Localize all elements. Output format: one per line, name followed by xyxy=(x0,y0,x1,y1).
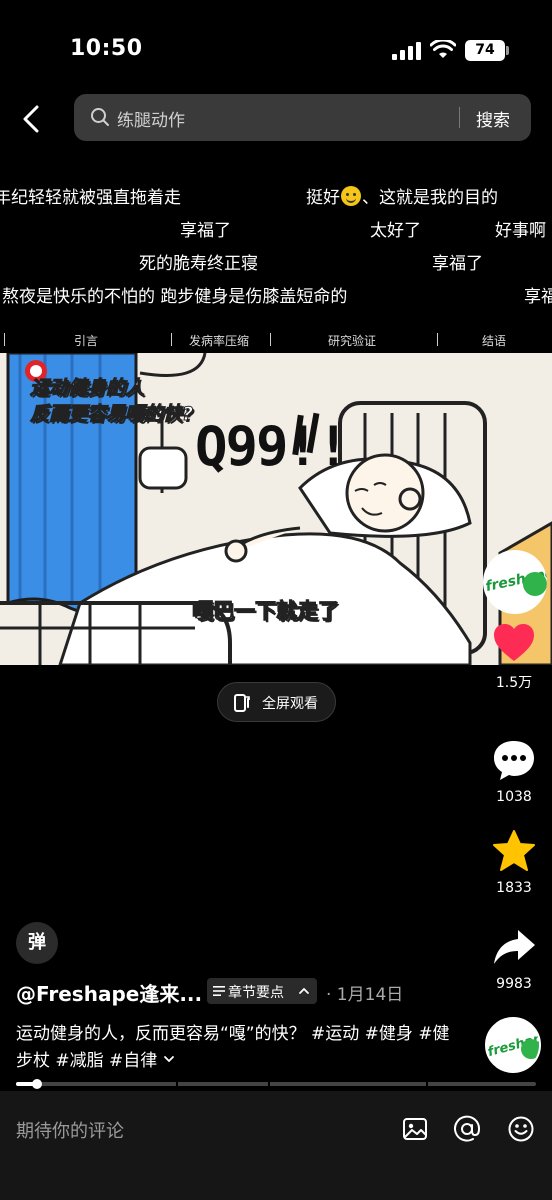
subtitle-text: 嘎巴 xyxy=(192,599,235,624)
chapter-intro[interactable]: 引言 xyxy=(74,332,98,349)
status-time: 10:50 xyxy=(70,36,143,61)
smiley-emoji-icon xyxy=(341,186,361,206)
video-title-line1: 运动健身的人 xyxy=(29,377,145,400)
subtitle-highlight: 一下就走 xyxy=(234,599,319,624)
like-button[interactable]: 1.5万 xyxy=(488,620,540,692)
video-big-text: Q99!! xyxy=(195,415,350,478)
list-icon xyxy=(213,986,225,996)
video-player[interactable]: 运动健身的人 反而更容易嘎的快? Q99!! 嘎巴一下就走了 xyxy=(0,353,552,665)
danmaku-item: 享福了 xyxy=(432,254,483,274)
chapter-tick xyxy=(268,1082,270,1086)
author-name[interactable]: @Freshape逢来... xyxy=(16,978,202,1007)
chevron-down-icon[interactable] xyxy=(163,1053,175,1065)
danmaku-item: 熬夜是快乐的不怕的 跑步健身是伤膝盖短命的 xyxy=(2,287,348,307)
chapter-separator xyxy=(171,333,172,346)
video-progress-bar[interactable] xyxy=(16,1079,536,1089)
subtitle-text: 了 xyxy=(318,599,340,624)
danmaku-item: 享福了 xyxy=(180,221,231,241)
back-button[interactable] xyxy=(18,104,46,134)
heart-icon xyxy=(494,624,534,661)
comment-input[interactable]: 期待你的评论 xyxy=(16,1117,124,1143)
emoji-icon[interactable] xyxy=(507,1115,535,1143)
chapter-separator xyxy=(4,333,5,346)
chapter-tick xyxy=(426,1082,428,1086)
favorite-button[interactable]: 1833 xyxy=(488,828,540,896)
description-text: 运动健身的人，反而更容易“嘎”的快？ #运动 #健身 #健步杖 #减脂 #自律 xyxy=(16,1024,450,1071)
danmaku-item: 挺好 、这就是我的目的 xyxy=(306,183,498,208)
search-query: 练腿动作 xyxy=(117,111,185,131)
status-bar: 10:50 74 xyxy=(0,0,552,90)
battery-nub xyxy=(506,46,509,55)
post-date: · 1月14日 xyxy=(326,985,404,1005)
comment-bubble-icon xyxy=(494,741,534,780)
danmaku-text: 挺好 xyxy=(306,188,340,208)
danmaku-item: 死的脆寿终正寝 xyxy=(139,254,258,274)
chapter-separator xyxy=(270,333,271,346)
comment-count: 1038 xyxy=(496,789,532,805)
chapter-tick xyxy=(176,1082,178,1086)
share-button[interactable]: 9983 xyxy=(488,924,540,992)
video-description[interactable]: 运动健身的人，反而更容易“嘎”的快？ #运动 #健身 #健步杖 #减脂 #自律 xyxy=(16,1021,456,1075)
chapter-separator xyxy=(437,333,438,346)
fullscreen-label: 全屏观看 xyxy=(262,696,318,712)
chapter-bar: 引言 发病率压缩 研究验证 结语 xyxy=(0,327,552,353)
danmaku-item: 享福 xyxy=(524,287,552,307)
share-arrow-icon xyxy=(494,930,535,964)
progress-scrubber[interactable] xyxy=(32,1079,42,1089)
chapter-summary-button[interactable]: 章节要点 xyxy=(207,978,317,1004)
search-icon xyxy=(91,108,109,126)
chapter-research[interactable]: 研究验证 xyxy=(328,332,376,349)
danmaku-text: 、这就是我的目的 xyxy=(362,188,498,208)
cellular-signal-icon xyxy=(392,42,421,60)
like-count: 1.5万 xyxy=(495,675,533,691)
video-title-line2: 反而更容易嘎的快? xyxy=(29,403,194,426)
comment-button[interactable]: 1038 xyxy=(488,737,540,805)
danmaku-item: 太好了 xyxy=(370,221,421,241)
music-disc-avatar[interactable]: freshape xyxy=(485,1017,541,1073)
mention-icon[interactable] xyxy=(453,1115,481,1143)
creator-avatar[interactable]: freshape xyxy=(483,550,547,614)
chevron-up-icon xyxy=(299,987,309,994)
chapter-incidence[interactable]: 发病率压缩 xyxy=(189,332,249,349)
video-subtitle: 嘎巴一下就走了 xyxy=(192,595,340,625)
chapter-conclusion[interactable]: 结语 xyxy=(482,332,506,349)
wifi-icon xyxy=(430,40,456,58)
search-divider xyxy=(459,107,460,128)
star-icon xyxy=(493,830,535,871)
danmaku-item: 好事啊 xyxy=(495,221,546,241)
favorite-count: 1833 xyxy=(496,880,532,896)
rotate-screen-icon xyxy=(234,694,250,712)
danmaku-toggle-button[interactable]: 弹 xyxy=(16,922,58,964)
image-icon[interactable] xyxy=(401,1115,429,1143)
danmaku-item: 年纪轻轻就被强直拖着走 xyxy=(0,188,181,208)
battery-indicator: 74 xyxy=(465,40,505,61)
avatar-logo-ball xyxy=(521,1039,539,1059)
fullscreen-button[interactable]: 全屏观看 xyxy=(217,682,336,722)
avatar-logo-ball xyxy=(523,572,547,596)
search-input[interactable]: 练腿动作 搜索 xyxy=(74,94,531,141)
search-button[interactable]: 搜索 xyxy=(476,106,510,131)
chapter-summary-label: 章节要点 xyxy=(228,985,284,1001)
comment-bar: 期待你的评论 xyxy=(0,1091,552,1200)
share-count: 9983 xyxy=(496,976,532,992)
